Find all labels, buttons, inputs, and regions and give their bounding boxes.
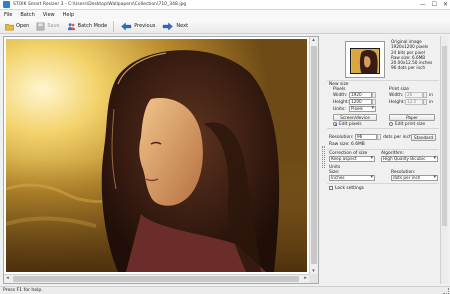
edit-print-size-label: Edit print size (395, 121, 426, 127)
units-select[interactable]: Pixels (349, 106, 376, 112)
original-pixels: 1920x1200 pixels (391, 44, 429, 50)
resolution-spinner[interactable] (377, 134, 381, 140)
next-label: Next (176, 23, 189, 29)
open-label: Open (16, 23, 30, 29)
resolution-units-select[interactable]: dots per inch (391, 175, 438, 181)
edit-print-size-radio[interactable] (389, 122, 393, 126)
minimize-button[interactable]: — (420, 1, 426, 8)
resolution-unit: dots per inch (383, 135, 412, 140)
scroll-corner (309, 274, 318, 283)
menu-view[interactable]: View (43, 12, 55, 18)
divider (327, 128, 439, 129)
scroll-right-icon[interactable]: ▸ (302, 275, 309, 282)
print-height-input[interactable]: 12.5 (405, 99, 423, 105)
previous-button[interactable]: Previous (118, 21, 157, 32)
print-width-input[interactable]: 20 (405, 92, 423, 98)
width-spinner[interactable] (372, 92, 376, 98)
batch-mode-label: Batch Mode (77, 23, 108, 29)
resize-grip[interactable] (443, 288, 449, 294)
status-text: Press F1 for help. (3, 288, 43, 293)
resolution-label: Resolution: (329, 135, 354, 140)
menu-bar: File Batch View Help (0, 10, 450, 19)
print-width-unit: in (429, 93, 434, 98)
arrow-right-icon (163, 21, 174, 31)
save-label: Save (47, 23, 60, 29)
divider (327, 149, 439, 150)
units-label: Units: (333, 107, 346, 112)
height-input[interactable]: 1200 (349, 99, 372, 105)
size-units-select[interactable]: Inches (329, 175, 375, 181)
print-width-label: Width: (389, 93, 404, 98)
preview-image (6, 39, 307, 272)
thumbnail-preview (345, 41, 385, 78)
original-dpi: 96 dots per inch (391, 65, 426, 71)
panel-scrollbar[interactable] (440, 36, 448, 284)
folder-icon (5, 23, 14, 30)
correction-select[interactable]: Keep aspect (329, 156, 375, 162)
paper-button[interactable]: Paper (389, 114, 435, 121)
menu-file[interactable]: File (4, 12, 12, 18)
screen-device-button[interactable]: Screen/device (333, 114, 377, 121)
pixels-heading: Pixels (333, 87, 346, 92)
vertical-scrollbar[interactable]: ▴ ▾ (309, 37, 318, 275)
thumbnail-frame[interactable] (350, 48, 380, 74)
resolution-input[interactable]: 96 (355, 134, 377, 140)
print-height-spinner[interactable] (423, 99, 427, 105)
batch-mode-button[interactable]: Batch Mode (65, 21, 110, 32)
toolbar-separator (113, 20, 115, 32)
vertical-scroll-thumb[interactable] (311, 46, 317, 264)
panel-scroll-thumb[interactable] (442, 46, 447, 226)
image-canvas[interactable]: ▴ ▾ ◂ ▸ (3, 36, 319, 284)
toolbar: Open Save Batch Mode Previous Next (0, 19, 450, 34)
scroll-up-icon[interactable]: ▴ (310, 37, 317, 44)
lock-settings-label: Lock settings (335, 185, 364, 191)
previous-label: Previous (134, 23, 156, 29)
panel-splitter[interactable] (320, 36, 327, 284)
width-label: Width: (333, 93, 348, 98)
menu-help[interactable]: Help (63, 12, 74, 18)
algorithm-select[interactable]: High Quality Bicubic (381, 156, 438, 162)
thumbnail-image (351, 49, 379, 73)
window-title: STOIK Smart Resizer 3 - C:\Users\Desktop… (13, 2, 187, 7)
status-bar: Press F1 for help. (0, 286, 450, 294)
floppy-icon (36, 22, 45, 30)
standard-button[interactable]: Standard (411, 133, 436, 141)
splitter-grip (322, 146, 325, 168)
save-button[interactable]: Save (34, 21, 61, 32)
scroll-left-icon[interactable]: ◂ (4, 275, 11, 282)
horizontal-scroll-thumb[interactable] (13, 276, 299, 282)
next-button[interactable]: Next (160, 21, 190, 32)
open-button[interactable]: Open (3, 21, 31, 32)
width-input[interactable]: 1920 (349, 92, 372, 98)
horizontal-scrollbar[interactable]: ◂ ▸ (4, 274, 309, 283)
app-icon (3, 1, 10, 8)
menu-batch[interactable]: Batch (20, 12, 34, 18)
edit-pixels-label: Edit pixels (339, 121, 362, 127)
lock-settings-checkbox[interactable] (329, 186, 333, 190)
settings-panel: Original image 1920x1200 pixels 24 bits … (327, 36, 440, 284)
people-icon (67, 22, 75, 30)
print-height-label: Height: (389, 100, 405, 105)
arrow-left-icon (121, 21, 132, 31)
maximize-button[interactable]: ☐ (432, 1, 437, 8)
resolution-raw-size: Raw size: 6.6MB (329, 142, 365, 147)
print-width-spinner[interactable] (423, 92, 427, 98)
divider (327, 183, 439, 184)
divider (327, 80, 439, 81)
print-height-unit: in (429, 100, 434, 105)
edit-pixels-radio[interactable] (333, 122, 337, 126)
close-button[interactable]: ✕ (443, 1, 448, 8)
original-image-info: Original image 1920x1200 pixels 24 bits … (391, 39, 432, 71)
height-label: Height: (333, 100, 349, 105)
title-bar: STOIK Smart Resizer 3 - C:\Users\Desktop… (0, 0, 450, 10)
